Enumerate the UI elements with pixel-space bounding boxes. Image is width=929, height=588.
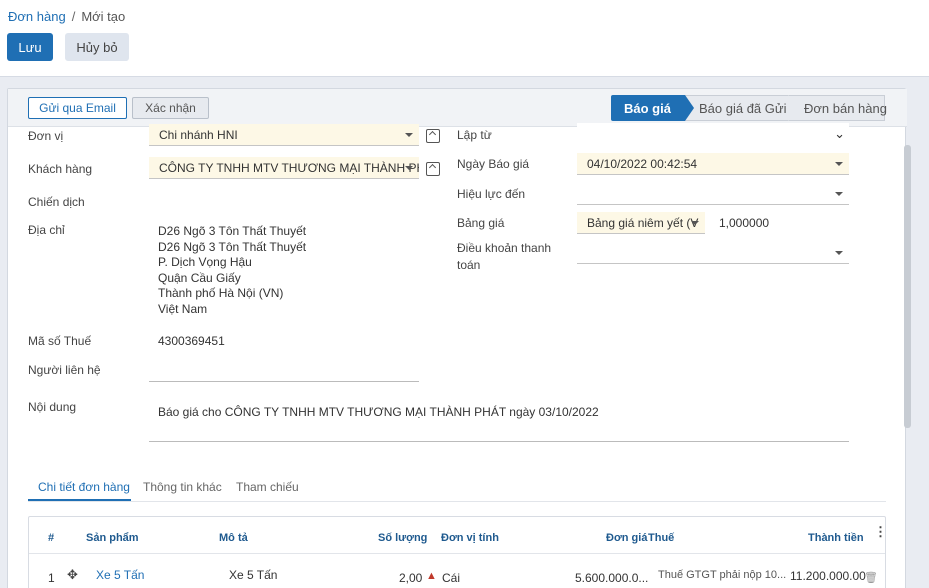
payment-terms-label-line: Điều khoản thanh	[457, 241, 552, 255]
tax-code-value: 4300369451	[158, 334, 225, 348]
row-unit-price: 5.600.000.0...	[575, 571, 649, 585]
tab-order-lines[interactable]: Chi tiết đơn hàng	[38, 480, 130, 494]
column-header-quantity[interactable]: Số lượng	[378, 532, 427, 544]
cancel-button[interactable]: Hủy bỏ	[65, 33, 129, 61]
tax-code-label: Mã số Thuế	[28, 334, 92, 348]
customer-value: CÔNG TY TNHH MTV THƯƠNG MẠI THÀNH PHÁ	[159, 161, 419, 175]
forecast-chart-icon[interactable]: ▲	[426, 570, 437, 582]
column-options-icon[interactable]: ⋮	[874, 525, 887, 538]
chevron-down-icon	[835, 162, 843, 166]
status-arrow	[685, 95, 694, 121]
notebook-tabs: Chi tiết đơn hàng Thông tin khác Tham ch…	[28, 476, 888, 502]
status-bar: Báo giá Báo giá đã Gửi Đơn bán hàng	[611, 95, 887, 121]
currency-rate-value: 1,000000	[719, 216, 770, 230]
created-from-label: Lập từ	[457, 128, 492, 142]
row-quantity: 2,00	[399, 571, 423, 585]
chevron-down-icon	[405, 133, 413, 137]
address-line: D26 Ngõ 3 Tôn Thất Thuyết	[158, 239, 307, 254]
product-link[interactable]: Xe 5 Tấn	[96, 568, 144, 582]
payment-terms-label-line: toán	[457, 258, 481, 272]
status-step-quotation-sent[interactable]: Báo giá đã Gửi	[685, 95, 797, 121]
address-label: Địa chỉ	[28, 223, 65, 237]
row-tax: Thuế GTGT phải nộp 10...	[658, 569, 787, 581]
row-total: 11.200.000.00	[790, 569, 866, 583]
chevron-down-icon	[835, 192, 843, 196]
trash-icon[interactable]: 🗑	[864, 571, 878, 584]
content-label: Nội dung	[28, 400, 77, 414]
breadcrumb: Đơn hàng / Mới tạo	[8, 9, 125, 24]
chevron-down-icon	[835, 251, 843, 255]
control-panel: Đơn hàng / Mới tạo Lưu Hủy bỏ	[0, 0, 929, 77]
unit-value: Chi nhánh HNI	[159, 128, 238, 142]
order-lines-table: # Sản phẩm Mô tả Số lượng Đơn vị tính Đơ…	[28, 516, 887, 588]
content-underline	[149, 441, 849, 442]
column-header-description[interactable]: Mô tả	[219, 532, 248, 544]
contact-input[interactable]	[149, 381, 419, 382]
column-header-product[interactable]: Sản phẩm	[86, 532, 139, 544]
customer-select[interactable]: CÔNG TY TNHH MTV THƯƠNG MẠI THÀNH PHÁ	[149, 157, 419, 179]
breadcrumb-current: Mới tạo	[81, 9, 126, 24]
content-value[interactable]: Báo giá cho CÔNG TY TNHH MTV THƯƠNG MẠI …	[158, 405, 599, 419]
address-line: P. Dịch Vọng Hậu	[158, 255, 252, 269]
payment-terms-select[interactable]	[577, 242, 849, 264]
column-header-number[interactable]: #	[48, 532, 54, 544]
column-header-uom[interactable]: Đơn vị tính	[441, 532, 499, 544]
address-line: Quận Cầu Giấy	[158, 270, 241, 285]
pricelist-value: Bảng giá niêm yết (V	[587, 216, 699, 230]
status-step-sales-order[interactable]: Đơn bán hàng	[788, 95, 887, 121]
confirm-button[interactable]: Xác nhận	[132, 97, 209, 119]
row-description: Xe 5 Tấn	[229, 568, 278, 582]
active-tab-indicator	[28, 499, 131, 501]
pricelist-label: Bảng giá	[457, 216, 505, 230]
valid-until-label: Hiệu lực đến	[457, 187, 526, 201]
form-sheet: Gửi qua Email Xác nhận Báo giá Báo giá đ…	[7, 88, 907, 588]
send-email-button[interactable]: Gửi qua Email	[28, 97, 127, 119]
drag-handle-icon[interactable]: ✥	[67, 567, 78, 583]
tabs-baseline	[28, 501, 886, 502]
external-link-icon[interactable]	[426, 162, 440, 176]
valid-until-field[interactable]	[577, 183, 849, 205]
tab-other-info[interactable]: Thông tin khác	[143, 480, 222, 494]
row-uom: Cái	[442, 571, 461, 585]
breadcrumb-separator: /	[71, 9, 76, 24]
column-header-unit-price[interactable]: Đơn giá	[606, 532, 647, 544]
status-step-label: Báo giá đã Gửi	[699, 101, 787, 116]
status-step-label: Đơn bán hàng	[804, 101, 887, 116]
created-from-select[interactable]: ⌄	[577, 123, 849, 145]
address-line: D26 Ngõ 3 Tôn Thất Thuyết	[158, 224, 307, 238]
external-link-icon[interactable]	[426, 129, 440, 143]
quote-date-value: 04/10/2022 00:42:54	[587, 157, 698, 171]
contact-label: Người liên hệ	[28, 363, 101, 377]
pricelist-select[interactable]: Bảng giá niêm yết (V	[577, 212, 705, 234]
customer-label: Khách hàng	[28, 162, 93, 176]
row-number: 1	[48, 571, 55, 585]
tab-references[interactable]: Tham chiếu	[236, 480, 299, 494]
address-line: Thành phố Hà Nội (VN)	[158, 286, 284, 300]
scrollbar[interactable]	[904, 145, 911, 428]
payment-terms-label: Điều khoản thanh toán	[457, 241, 551, 275]
status-step-label: Báo giá	[624, 101, 671, 116]
unit-select[interactable]: Chi nhánh HNI	[149, 124, 419, 146]
quote-date-field[interactable]: 04/10/2022 00:42:54	[577, 153, 849, 175]
campaign-label: Chiến dịch	[28, 195, 85, 209]
column-header-tax[interactable]: Thuế	[648, 532, 674, 544]
column-header-total[interactable]: Thành tiền	[808, 532, 864, 544]
save-button[interactable]: Lưu	[7, 33, 53, 61]
chevron-down-icon	[691, 221, 699, 225]
status-arrow	[788, 95, 797, 121]
quote-date-label: Ngày Báo giá	[457, 157, 530, 171]
chevron-down-icon	[405, 166, 413, 170]
breadcrumb-parent-link[interactable]: Đơn hàng	[8, 9, 66, 24]
form-header: Gửi qua Email Xác nhận Báo giá Báo giá đ…	[8, 89, 907, 127]
address-line: Việt Nam	[158, 301, 208, 316]
unit-label: Đơn vị	[28, 129, 64, 143]
header-separator	[29, 553, 885, 554]
status-step-quotation[interactable]: Báo giá	[611, 95, 694, 121]
chevron-down-icon: ⌄	[834, 126, 845, 141]
address-block: D26 Ngõ 3 Tôn Thất Thuyết D26 Ngõ 3 Tôn …	[158, 224, 306, 317]
